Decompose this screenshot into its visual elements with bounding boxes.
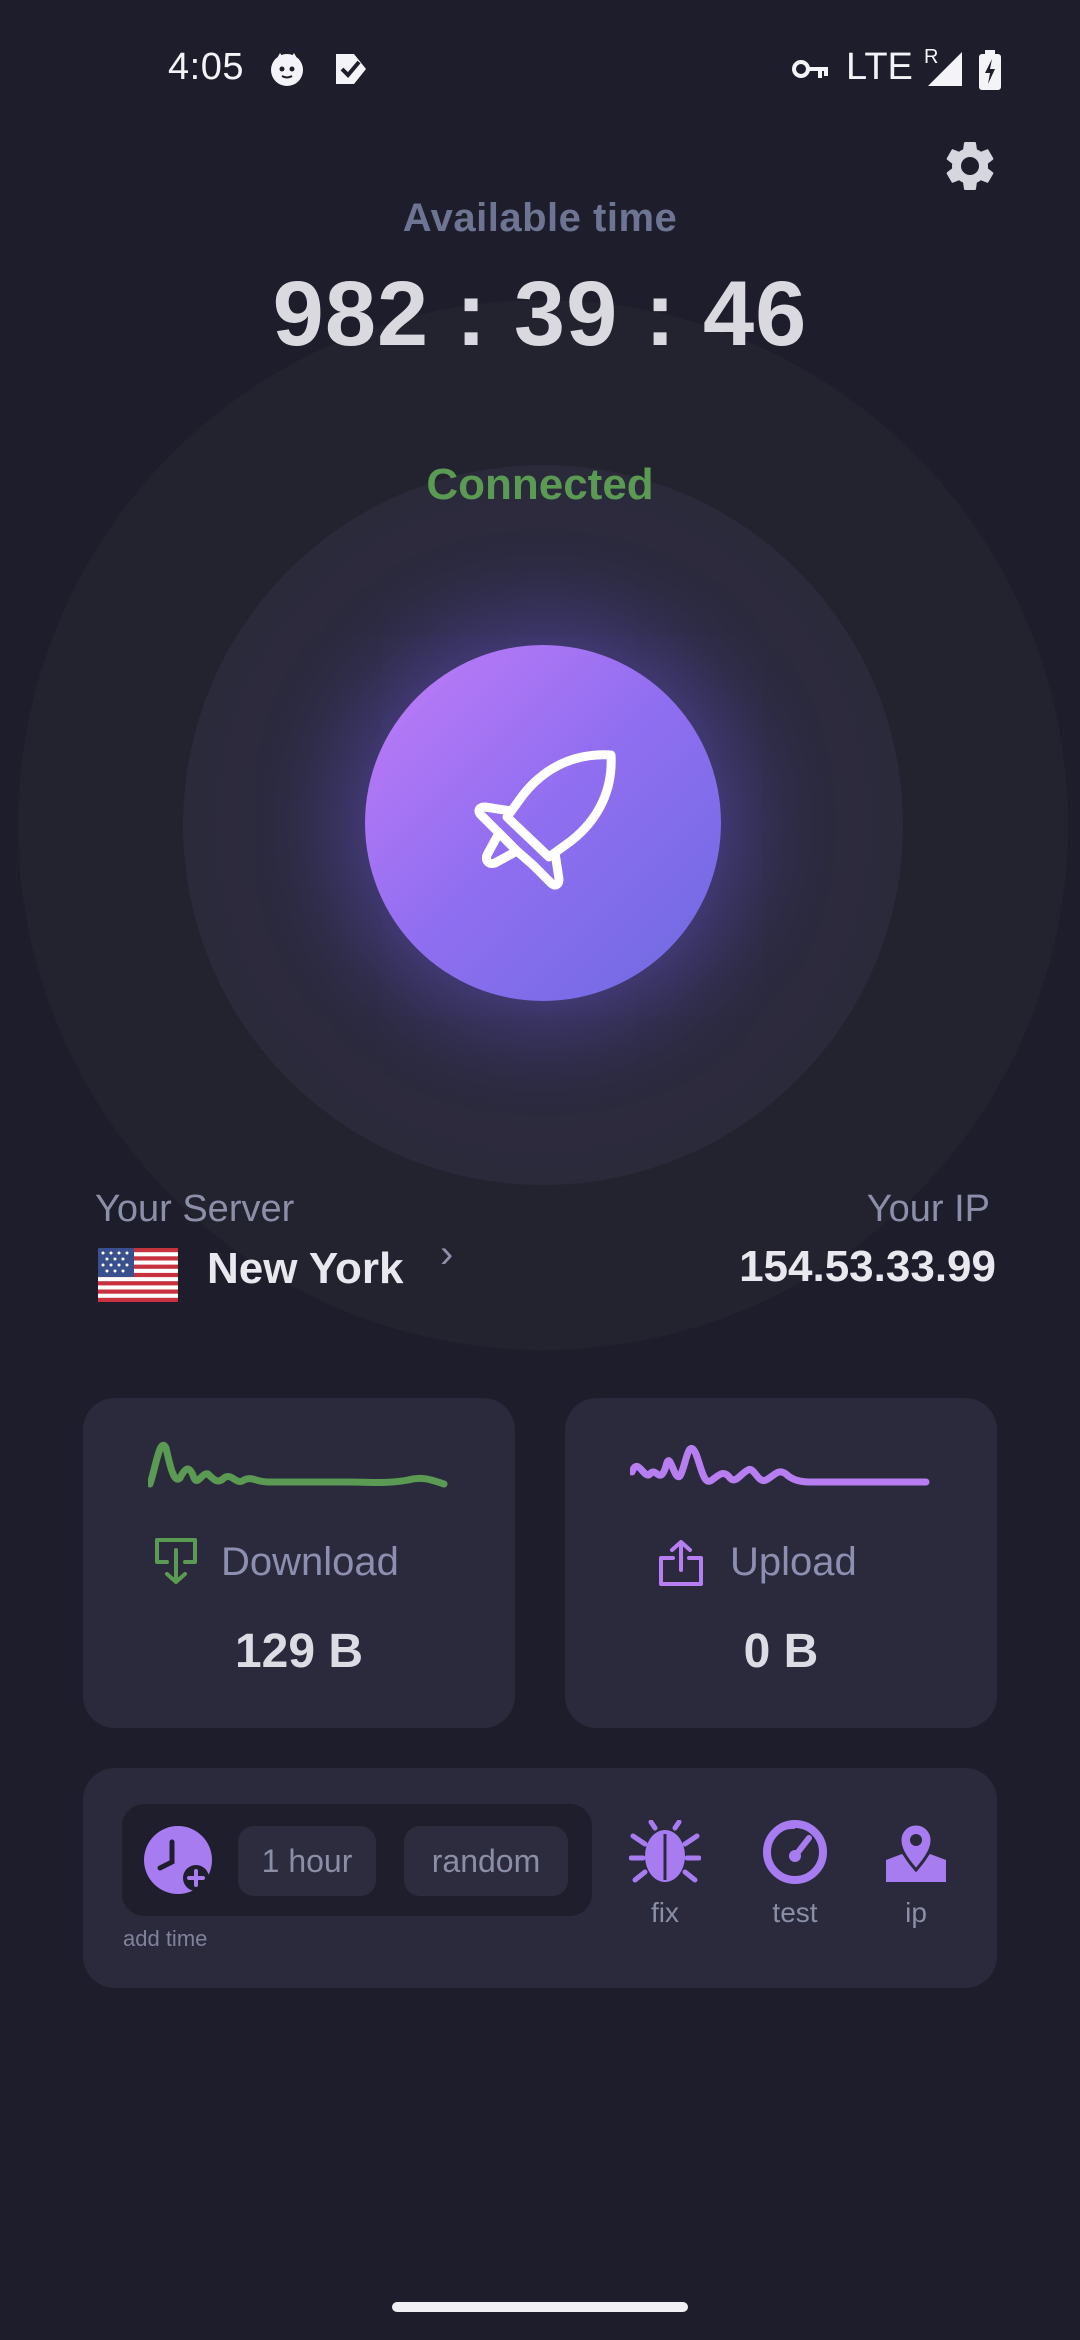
vpn-key-icon	[792, 60, 828, 78]
connection-status: Connected	[426, 460, 654, 509]
upload-card: Upload 0 B	[565, 1398, 997, 1728]
ip-label: Your IP	[866, 1188, 990, 1230]
connect-button[interactable]	[365, 645, 721, 1001]
download-wave-graph	[148, 1441, 448, 1488]
ip-tool-label: ip	[905, 1897, 927, 1928]
download-value: 129 B	[234, 1625, 364, 1678]
status-bar: 4:05 LTE R	[0, 0, 1080, 140]
signal-icon	[928, 52, 962, 86]
server-label: Your Server	[95, 1188, 295, 1230]
add-1-hour-chip[interactable]: 1 hour	[238, 1826, 376, 1896]
home-indicator[interactable]	[392, 2302, 688, 2312]
fix-tool[interactable]: fix	[620, 1819, 710, 1929]
download-label: Download	[221, 1540, 399, 1584]
download-card: Download 129 B	[83, 1398, 515, 1728]
test-label: test	[772, 1897, 818, 1928]
upload-icon	[659, 1540, 703, 1586]
network-type: LTE	[846, 46, 913, 88]
upload-label: Upload	[730, 1540, 857, 1584]
add-time-label: add time	[123, 1926, 208, 1951]
rocket-icon	[474, 750, 616, 890]
add-time-group: 1 hour random	[122, 1804, 592, 1916]
upload-wave-graph	[630, 1444, 930, 1486]
add-time-button[interactable]	[144, 1826, 212, 1894]
download-icon	[155, 1538, 197, 1584]
ip-address: 154.53.33.99	[739, 1242, 996, 1291]
available-time-label: Available time	[402, 196, 678, 240]
cat-notification-icon	[271, 53, 303, 86]
add-random-chip[interactable]: random	[404, 1826, 568, 1896]
location-pin-icon	[886, 1822, 946, 1882]
battery-charging-icon	[979, 50, 1001, 90]
tools-panel: 1 hour random add time fix test ip	[83, 1768, 997, 1988]
upload-value: 0 B	[743, 1625, 819, 1678]
us-flag-icon[interactable]	[98, 1248, 178, 1302]
settings-gear-icon[interactable]	[940, 136, 1000, 196]
test-tool[interactable]: test	[750, 1820, 840, 1929]
ip-tool[interactable]: ip	[871, 1820, 961, 1929]
server-name[interactable]: New York	[207, 1244, 403, 1294]
fix-label: fix	[651, 1897, 679, 1928]
speedometer-icon	[763, 1820, 827, 1884]
chevron-right-icon[interactable]: ›	[440, 1232, 453, 1277]
status-time: 4:05	[168, 46, 244, 88]
check-notification-icon	[336, 54, 366, 84]
bug-icon	[628, 1819, 702, 1883]
clock-plus-icon	[157, 1839, 209, 1891]
